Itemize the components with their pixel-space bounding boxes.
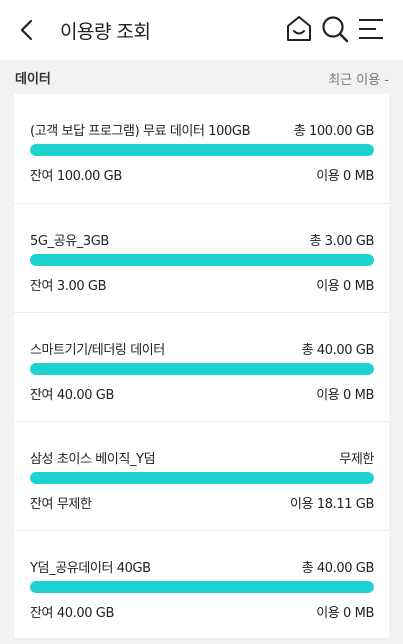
usage-bar — [30, 144, 374, 156]
used-amount: 이용 0 MB — [316, 388, 374, 403]
remaining-amount: 잔여 무제한 — [30, 497, 92, 512]
data-plan-card[interactable]: 스마트기기/테더링 데이터 총 40.00 GB 잔여 40.00 GB 이용 … — [14, 312, 389, 421]
home-icon — [287, 16, 311, 41]
app-header: 이용량 조회 — [0, 0, 403, 60]
plan-total: 총 3.00 GB — [309, 234, 374, 249]
page-title: 이용량 조회 — [60, 21, 151, 43]
section-header: 데이터 최근 이용 - — [0, 60, 403, 94]
plan-total: 총 40.00 GB — [301, 343, 375, 358]
remaining-amount: 잔여 3.00 GB — [30, 279, 107, 294]
used-amount: 이용 0 MB — [316, 606, 374, 621]
data-plan-card[interactable]: 5G_공유_3GB 총 3.00 GB 잔여 3.00 GB 이용 0 MB — [14, 203, 389, 312]
plan-total: 무제한 — [339, 452, 374, 467]
data-plan-list: (고객 보답 프로그램) 무료 데이터 100GB 총 100.00 GB 잔여… — [14, 94, 389, 638]
plan-total: 총 40.00 GB — [301, 561, 375, 576]
usage-bar-fill — [30, 363, 374, 375]
search-button[interactable] — [320, 14, 350, 44]
data-plan-card[interactable]: 삼성 초이스 베이직_Y덤 무제한 잔여 무제한 이용 18.11 GB — [14, 421, 389, 530]
plan-total: 총 100.00 GB — [293, 124, 375, 139]
used-amount: 이용 0 MB — [316, 279, 374, 294]
section-title: 데이터 — [15, 72, 51, 87]
plan-name: 5G_공유_3GB — [30, 234, 109, 249]
usage-bar-fill — [30, 472, 374, 484]
usage-bar — [30, 472, 374, 484]
plan-name: (고객 보답 프로그램) 무료 데이터 100GB — [30, 124, 251, 139]
usage-bar-fill — [30, 144, 374, 156]
plan-name: Y덤_공유데이터 40GB — [30, 561, 151, 576]
used-amount: 이용 18.11 GB — [290, 497, 374, 512]
usage-bar — [30, 254, 374, 266]
data-plan-card[interactable]: (고객 보답 프로그램) 무료 데이터 100GB 총 100.00 GB 잔여… — [14, 94, 389, 203]
plan-name: 스마트기기/테더링 데이터 — [30, 343, 165, 358]
usage-bar-fill — [30, 254, 374, 266]
usage-bar — [30, 581, 374, 593]
remaining-amount: 잔여 40.00 GB — [30, 388, 114, 403]
usage-bar — [30, 363, 374, 375]
search-icon — [322, 16, 349, 43]
usage-bar-fill — [30, 581, 374, 593]
home-button[interactable] — [284, 14, 314, 44]
plan-name: 삼성 초이스 베이직_Y덤 — [30, 452, 156, 467]
back-button[interactable] — [14, 16, 42, 44]
data-plan-card[interactable]: Y덤_공유데이터 40GB 총 40.00 GB 잔여 40.00 GB 이용 … — [14, 530, 389, 639]
menu-button[interactable] — [356, 14, 386, 44]
chevron-left-icon — [20, 19, 33, 41]
used-amount: 이용 0 MB — [316, 169, 374, 184]
remaining-amount: 잔여 40.00 GB — [30, 606, 114, 621]
recent-usage-link[interactable]: 최근 이용 - — [328, 69, 389, 88]
remaining-amount: 잔여 100.00 GB — [30, 169, 122, 184]
menu-icon — [359, 19, 383, 39]
